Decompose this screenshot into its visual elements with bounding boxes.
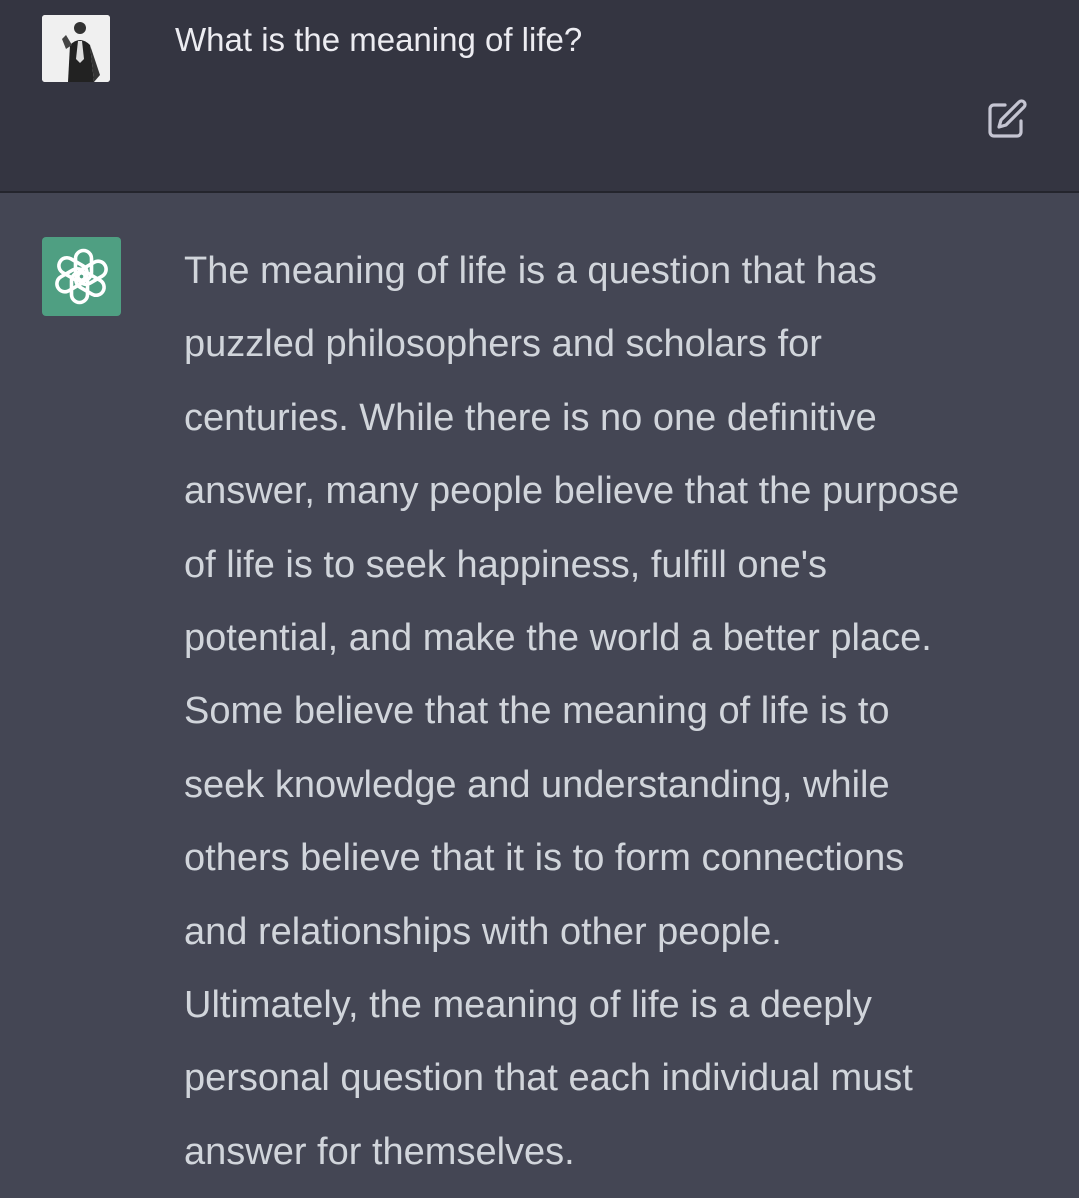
response-line: others believe that it is to form connec… [184, 837, 905, 880]
assistant-avatar [42, 237, 121, 316]
response-line: of life is to seek happiness, fulfill on… [184, 543, 828, 586]
assistant-message-row: The meaning of life is a question that h… [0, 193, 1079, 1198]
user-avatar [42, 15, 110, 82]
response-line: Some believe that the meaning of life is… [184, 690, 890, 733]
openai-logo-icon [55, 248, 108, 305]
response-line: seek knowledge and understanding, while [184, 763, 890, 806]
response-line: potential, and make the world a better p… [184, 617, 932, 660]
user-message-text: What is the meaning of life? [175, 21, 583, 58]
user-photo-avatar-icon [42, 15, 110, 82]
response-line: answer for themselves. [184, 1130, 575, 1173]
response-line: personal question that each individual m… [184, 1057, 913, 1100]
response-line: and relationships with other people. [184, 910, 782, 953]
user-message-row: What is the meaning of life? [0, 0, 1079, 193]
response-line: puzzled philosophers and scholars for [184, 323, 822, 366]
response-line: centuries. While there is no one definit… [184, 396, 877, 439]
edit-icon [988, 99, 1027, 138]
response-line: Ultimately, the meaning of life is a dee… [184, 984, 872, 1027]
response-line: The meaning of life is a question that h… [184, 250, 877, 292]
response-line: answer, many people believe that the pur… [184, 470, 960, 513]
assistant-message-text: The meaning of life is a question that h… [184, 235, 1064, 1189]
edit-message-button[interactable] [984, 96, 1030, 142]
